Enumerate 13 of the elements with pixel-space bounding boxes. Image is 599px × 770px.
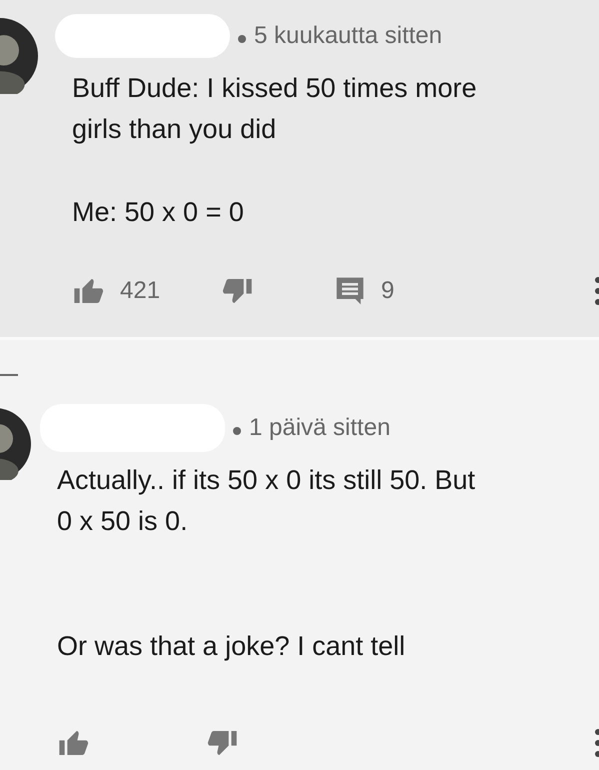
- comment-time: 1 päivä sitten: [249, 414, 390, 442]
- comment-text: Me: 50 x 0 = 0: [72, 196, 245, 229]
- separator-dot: [238, 35, 246, 43]
- reply-count: 9: [381, 277, 394, 305]
- more-icon[interactable]: [593, 276, 599, 306]
- comment-text: Buff Dude: I kissed 50 times more girls than you did: [72, 72, 478, 146]
- comment-text: Or was that a joke? I cant tell: [57, 630, 406, 663]
- more-icon[interactable]: [593, 728, 599, 758]
- comment-time: 5 kuukautta sitten: [254, 22, 442, 50]
- divider-stub: [0, 374, 18, 376]
- separator-dot: [233, 427, 241, 435]
- like-count: 421: [120, 277, 160, 305]
- comment-text: Actually.. if its 50 x 0 its still 50. But 0 x 50 is 0.: [57, 464, 476, 538]
